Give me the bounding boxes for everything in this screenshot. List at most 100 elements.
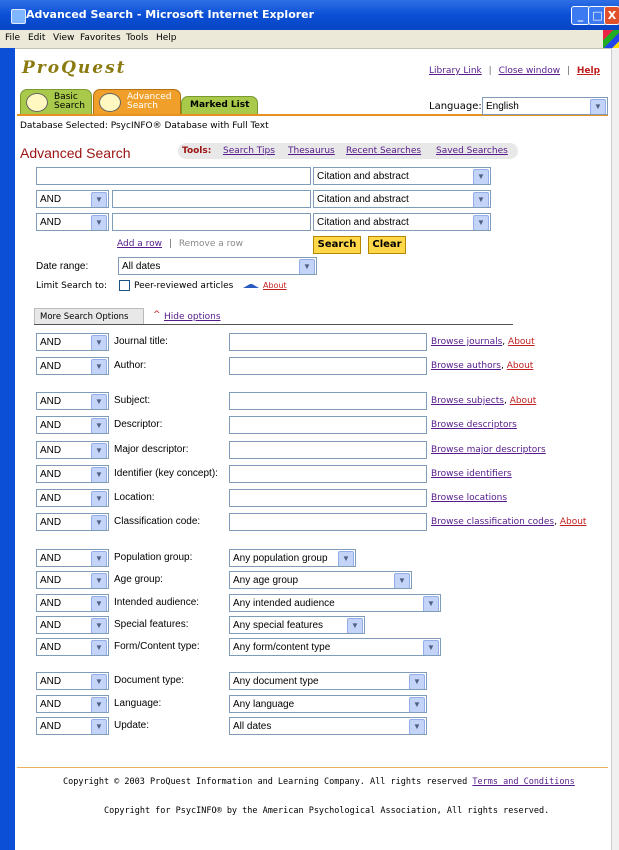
boolean-op-select[interactable]: AND ▼ bbox=[36, 616, 109, 634]
search-field-select-1[interactable]: Citation and abstract ▼ bbox=[313, 167, 491, 185]
library-link[interactable]: Library Link bbox=[429, 66, 482, 76]
boolean-op-select-value: AND bbox=[40, 642, 62, 653]
field-input[interactable] bbox=[229, 333, 427, 351]
boolean-op-select[interactable]: AND ▼ bbox=[36, 392, 109, 410]
field-label: Special features: bbox=[114, 619, 189, 630]
peer-reviewed-about-link[interactable]: About bbox=[263, 281, 287, 290]
boolean-op-select[interactable]: AND ▼ bbox=[36, 549, 109, 567]
chevron-down-icon: ▼ bbox=[91, 697, 107, 712]
about-link[interactable]: About bbox=[508, 337, 535, 347]
field-select[interactable]: Any special features ▼ bbox=[229, 616, 365, 634]
search-term-input-1[interactable] bbox=[36, 167, 311, 185]
chevron-down-icon: ▼ bbox=[91, 573, 107, 588]
field-input[interactable] bbox=[229, 357, 427, 375]
browse-link[interactable]: Browse subjects bbox=[431, 396, 504, 406]
search-term-input-3[interactable] bbox=[112, 213, 311, 231]
language-select[interactable]: English ▼ bbox=[482, 97, 608, 115]
boolean-op-select-2[interactable]: AND ▼ bbox=[36, 190, 109, 208]
browse-link[interactable]: Browse identifiers bbox=[431, 469, 512, 479]
page-title: Advanced Search bbox=[20, 145, 131, 161]
field-select-value: All dates bbox=[233, 721, 272, 732]
boolean-op-select[interactable]: AND ▼ bbox=[36, 441, 109, 459]
boolean-op-select[interactable]: AND ▼ bbox=[36, 638, 109, 656]
chevron-down-icon: ▼ bbox=[394, 573, 410, 588]
search-field-select-3[interactable]: Citation and abstract ▼ bbox=[313, 213, 491, 231]
boolean-op-select-value: AND bbox=[40, 699, 62, 710]
clear-button[interactable]: Clear bbox=[368, 236, 406, 254]
browse-links: Browse subjects, About bbox=[431, 396, 537, 406]
peer-reviewed-checkbox[interactable] bbox=[119, 280, 130, 291]
terms-link[interactable]: Terms and Conditions bbox=[472, 777, 574, 787]
boolean-op-select[interactable]: AND ▼ bbox=[36, 717, 109, 735]
menu-file[interactable]: File bbox=[5, 33, 20, 43]
help-link[interactable]: Help bbox=[577, 66, 600, 76]
menu-help[interactable]: Help bbox=[156, 33, 177, 43]
search-field-value: Citation and abstract bbox=[317, 171, 409, 182]
field-select[interactable]: Any form/content type ▼ bbox=[229, 638, 441, 656]
field-input[interactable] bbox=[229, 441, 427, 459]
field-input[interactable] bbox=[229, 465, 427, 483]
field-input[interactable] bbox=[229, 416, 427, 434]
boolean-op-select[interactable]: AND ▼ bbox=[36, 571, 109, 589]
field-input[interactable] bbox=[229, 489, 427, 507]
browse-link[interactable]: Browse descriptors bbox=[431, 420, 517, 430]
menu-edit[interactable]: Edit bbox=[28, 33, 45, 43]
boolean-op-select[interactable]: AND ▼ bbox=[36, 333, 109, 351]
field-label: Classification code: bbox=[114, 516, 201, 527]
chevron-down-icon: ▼ bbox=[91, 515, 107, 530]
close-window-button[interactable]: X bbox=[604, 6, 619, 25]
tab-basic-search[interactable]: Basic Search bbox=[20, 89, 92, 115]
menu-tools[interactable]: Tools bbox=[126, 33, 148, 43]
boolean-op-select[interactable]: AND ▼ bbox=[36, 416, 109, 434]
about-link[interactable]: About bbox=[510, 396, 537, 406]
boolean-op-select-value: AND bbox=[40, 620, 62, 631]
boolean-op-select[interactable]: AND ▼ bbox=[36, 489, 109, 507]
field-input[interactable] bbox=[229, 392, 427, 410]
browse-link[interactable]: Browse classification codes bbox=[431, 517, 554, 527]
search-tips-link[interactable]: Search Tips bbox=[223, 146, 275, 156]
search-field-select-2[interactable]: Citation and abstract ▼ bbox=[313, 190, 491, 208]
about-link[interactable]: About bbox=[507, 361, 534, 371]
field-select[interactable]: Any age group ▼ bbox=[229, 571, 412, 589]
vertical-scrollbar[interactable] bbox=[611, 48, 619, 850]
recent-searches-link[interactable]: Recent Searches bbox=[346, 146, 421, 156]
search-button[interactable]: Search bbox=[313, 236, 361, 254]
boolean-op-select-3[interactable]: AND ▼ bbox=[36, 213, 109, 231]
header-links: Library Link | Close window | Help bbox=[429, 66, 600, 76]
menu-favorites[interactable]: Favorites bbox=[80, 33, 121, 43]
menu-view[interactable]: View bbox=[53, 33, 74, 43]
add-row-link[interactable]: Add a row bbox=[117, 239, 162, 249]
boolean-op-select[interactable]: AND ▼ bbox=[36, 465, 109, 483]
field-select[interactable]: Any language ▼ bbox=[229, 695, 427, 713]
browse-link[interactable]: Browse locations bbox=[431, 493, 507, 503]
field-select[interactable]: Any document type ▼ bbox=[229, 672, 427, 690]
browse-link[interactable]: Browse journals bbox=[431, 337, 502, 347]
browse-link[interactable]: Browse authors bbox=[431, 361, 501, 371]
boolean-op-select[interactable]: AND ▼ bbox=[36, 357, 109, 375]
tab-advanced-label-2: Search bbox=[127, 101, 158, 111]
tools-label: Tools: bbox=[182, 146, 212, 156]
date-range-select[interactable]: All dates ▼ bbox=[118, 257, 317, 275]
boolean-op-select[interactable]: AND ▼ bbox=[36, 513, 109, 531]
language-label: Language: bbox=[429, 101, 482, 112]
tab-advanced-search[interactable]: Advanced Search bbox=[93, 89, 181, 115]
browse-link[interactable]: Browse major descriptors bbox=[431, 445, 546, 455]
hide-options-link[interactable]: Hide options bbox=[164, 312, 221, 322]
remove-row-link[interactable]: Remove a row bbox=[179, 239, 243, 249]
field-select[interactable]: Any population group ▼ bbox=[229, 549, 356, 567]
search-term-input-2[interactable] bbox=[112, 190, 311, 208]
thesaurus-link[interactable]: Thesaurus bbox=[288, 146, 335, 156]
boolean-op-select[interactable]: AND ▼ bbox=[36, 672, 109, 690]
about-link[interactable]: About bbox=[560, 517, 587, 527]
field-select[interactable]: All dates ▼ bbox=[229, 717, 427, 735]
chevron-down-icon: ▼ bbox=[91, 640, 107, 655]
field-input[interactable] bbox=[229, 513, 427, 531]
boolean-op-select[interactable]: AND ▼ bbox=[36, 594, 109, 612]
chevron-down-icon: ▼ bbox=[423, 640, 439, 655]
tab-marked-list[interactable]: Marked List bbox=[181, 96, 258, 115]
saved-searches-link[interactable]: Saved Searches bbox=[436, 146, 508, 156]
boolean-op-select[interactable]: AND ▼ bbox=[36, 695, 109, 713]
close-window-link[interactable]: Close window bbox=[499, 66, 561, 76]
field-select[interactable]: Any intended audience ▼ bbox=[229, 594, 441, 612]
field-select-value: Any language bbox=[233, 699, 295, 710]
